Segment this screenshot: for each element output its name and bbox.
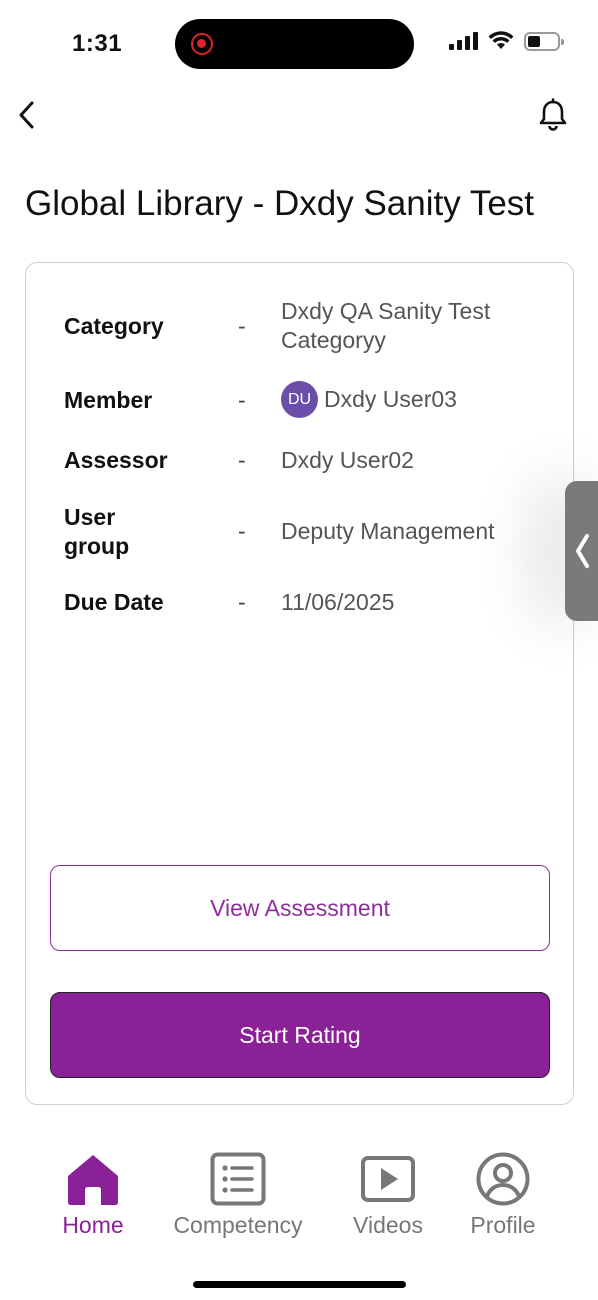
home-icon	[68, 1155, 118, 1205]
list-icon	[210, 1152, 266, 1206]
chevron-left-icon	[576, 534, 589, 568]
tab-profile-label: Profile	[470, 1212, 536, 1238]
screen: 1:31 Global Library - Dxdy Sanity Test C…	[0, 0, 598, 1300]
user-group-label: User group	[64, 504, 130, 559]
assessment-card: Category - Dxdy QA Sanity Test Categoryy…	[25, 262, 574, 1105]
member-name: Dxdy User03	[324, 386, 457, 412]
status-icons	[449, 31, 564, 51]
page-title: Global Library - Dxdy Sanity Test	[25, 184, 535, 223]
notifications-button[interactable]	[538, 98, 568, 132]
status-time: 1:31	[72, 30, 123, 57]
member-value: DU Dxdy User03	[281, 381, 541, 418]
bottom-tab-bar: Home Competency Videos Profile	[0, 1152, 598, 1247]
member-dash: -	[238, 387, 246, 413]
view-assessment-button[interactable]: View Assessment	[50, 865, 550, 951]
signal-icon	[449, 32, 478, 50]
tab-competency-label: Competency	[173, 1212, 303, 1238]
user-group-dash: -	[238, 518, 246, 544]
assessor-label: Assessor	[64, 447, 168, 473]
bell-icon	[539, 98, 567, 131]
assessor-dash: -	[238, 447, 246, 473]
category-value: Dxdy QA Sanity Test Categoryy	[281, 298, 491, 353]
video-icon	[361, 1156, 415, 1202]
due-date-row: Due Date - 11/06/2025	[64, 588, 544, 620]
tab-videos[interactable]: Videos	[346, 1152, 430, 1239]
member-row: Member - DU Dxdy User03	[64, 381, 544, 421]
home-indicator	[193, 1281, 406, 1288]
due-date-label: Due Date	[64, 589, 164, 615]
tab-home-label: Home	[62, 1212, 124, 1238]
battery-icon	[524, 31, 564, 51]
tab-competency[interactable]: Competency	[165, 1152, 311, 1239]
recording-icon	[191, 33, 213, 55]
assessor-value: Dxdy User02	[281, 447, 414, 473]
category-dash: -	[238, 313, 246, 339]
user-group-row: User group - Deputy Management	[64, 503, 544, 561]
category-label: Category	[64, 313, 164, 339]
category-row: Category - Dxdy QA Sanity Test Categoryy	[64, 297, 544, 355]
start-rating-button[interactable]: Start Rating	[50, 992, 550, 1078]
avatar: DU	[281, 381, 318, 418]
wifi-icon	[488, 31, 514, 49]
back-button[interactable]	[14, 98, 44, 132]
tab-home[interactable]: Home	[56, 1152, 130, 1239]
assessor-row: Assessor - Dxdy User02	[64, 446, 544, 478]
tab-profile[interactable]: Profile	[463, 1152, 543, 1239]
chevron-left-icon	[19, 101, 34, 129]
tab-videos-label: Videos	[353, 1212, 423, 1238]
drawer-handle[interactable]	[565, 481, 598, 621]
due-date-dash: -	[238, 589, 246, 615]
dynamic-island	[175, 19, 414, 69]
user-group-value: Deputy Management	[281, 518, 495, 544]
member-label: Member	[64, 387, 153, 413]
profile-icon	[476, 1152, 530, 1206]
due-date-value: 11/06/2025	[281, 589, 395, 615]
